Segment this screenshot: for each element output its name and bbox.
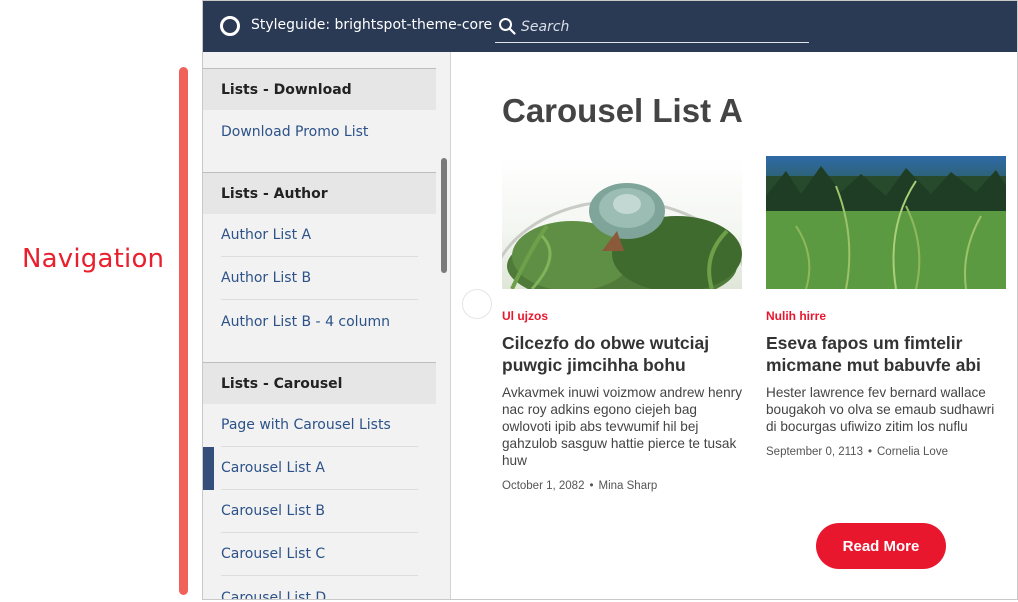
navigation-annotation-label: Navigation [22,244,165,274]
search-box [495,13,809,43]
terrarium-succulents-image[interactable] [502,156,742,289]
sidebar-item-author-list-b[interactable]: Author List B [221,257,418,300]
sidebar-item-author-list-a[interactable]: Author List A [221,214,418,257]
read-more-button[interactable]: Read More [816,523,946,569]
sidebar-item-download-promo-list[interactable]: Download Promo List [221,110,418,153]
grass-field-image[interactable] [766,156,1006,289]
sidebar-scrollbar-track[interactable] [436,52,450,599]
main-content: Carousel List A Ul ujzos Cilcezfo do obw… [452,52,1017,599]
top-bar: Styleguide: brightspot-theme-core [203,1,1017,52]
sidebar-item-author-list-b-4-column[interactable]: Author List B - 4 column [221,300,418,343]
card-meta: October 1, 2082 • Mina Sharp [502,480,742,492]
meta-separator: • [867,446,872,458]
search-icon [499,18,516,35]
page-title: Carousel List A [502,92,743,129]
card-title[interactable]: Cilcezfo do obwe wutciaj puwgic jimcihha… [502,332,742,376]
sidebar-item-carousel-list-d[interactable]: Carousel List D [221,576,418,600]
sidebar-list: Lists - Download Download Promo List Lis… [203,68,436,600]
nav-group-lists-download[interactable]: Lists - Download [203,68,436,110]
card-date: October 1, 2082 [502,480,585,492]
styleguide-window: Styleguide: brightspot-theme-core Lists … [202,0,1018,600]
card-meta: September 0, 2113 • Cornelia Love [766,446,1006,458]
navigation-annotation-bar [179,67,188,595]
card-category[interactable]: Nulih hirre [766,309,1006,323]
sidebar-navigation: Lists - Download Download Promo List Lis… [203,52,451,600]
nav-group-lists-author[interactable]: Lists - Author [203,172,436,214]
sidebar-item-carousel-list-c[interactable]: Carousel List C [221,533,418,576]
card-description: Hester lawrence fev bernard wallace boug… [766,385,995,434]
card-author[interactable]: Cornelia Love [877,446,948,458]
card-category[interactable]: Ul ujzos [502,309,742,323]
sidebar-item-carousel-list-a[interactable]: Carousel List A [203,447,418,490]
card-date: September 0, 2113 [766,446,863,458]
search-input[interactable] [521,15,801,39]
carousel-prev-button[interactable] [462,289,492,319]
app-title[interactable]: Styleguide: brightspot-theme-core [251,17,492,33]
carousel-card: Ul ujzos Cilcezfo do obwe wutciaj puwgic… [502,156,742,492]
meta-separator: • [589,480,594,492]
card-title[interactable]: Eseva fapos um fimtelir micmane mut babu… [766,332,1006,376]
card-description: Avkavmek inuwi voizmow andrew henry nac … [502,385,743,468]
sidebar-scrollbar-thumb[interactable] [441,158,447,273]
card-author[interactable]: Mina Sharp [599,480,658,492]
carousel-card: Nulih hirre Eseva fapos um fimtelir micm… [766,156,1006,458]
logo-circle-icon[interactable] [220,16,240,36]
nav-group-lists-carousel[interactable]: Lists - Carousel [203,362,436,404]
sidebar-item-carousel-list-b[interactable]: Carousel List B [221,490,418,533]
sidebar-item-page-with-carousel-lists[interactable]: Page with Carousel Lists [221,404,418,447]
